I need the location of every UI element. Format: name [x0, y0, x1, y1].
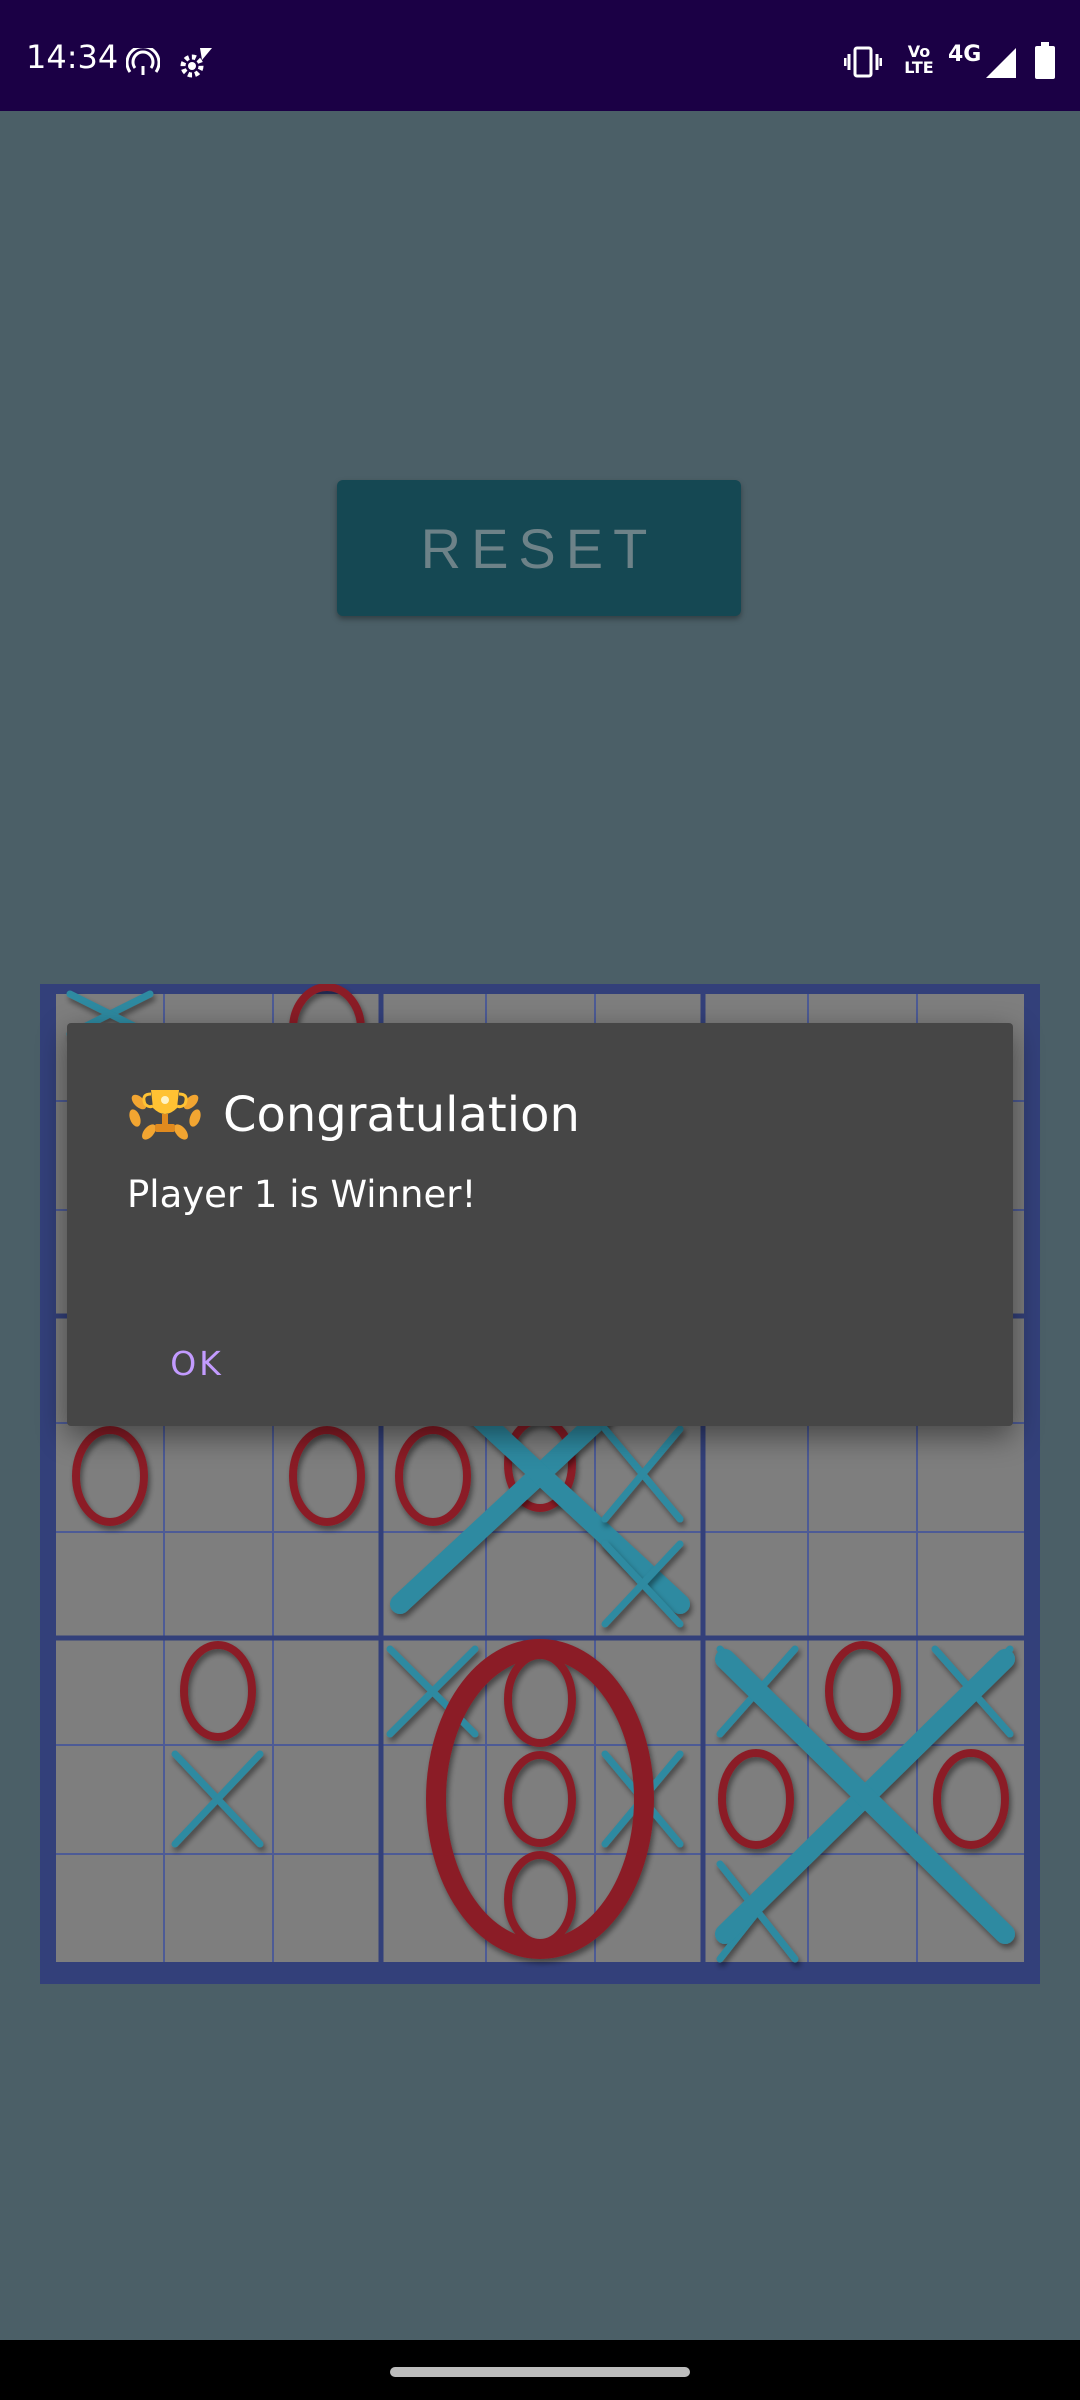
- winner-dialog: Congratulation Player 1 is Winner! OK: [67, 1023, 1013, 1426]
- status-bar: 14:34 Vo LTE 4G: [0, 0, 1080, 111]
- trophy-laurel-icon: [127, 1078, 203, 1153]
- volte-icon: Vo LTE: [902, 44, 936, 76]
- battery-icon: [1034, 42, 1056, 85]
- hotspot-icon: [125, 45, 161, 83]
- vibrate-icon: [843, 46, 883, 83]
- dialog-title: Congratulation: [223, 1087, 580, 1143]
- network-type: 4G: [948, 42, 982, 67]
- status-time: 14:34: [26, 38, 119, 76]
- dialog-message: Player 1 is Winner!: [127, 1173, 477, 1216]
- settings-icon: [178, 46, 214, 85]
- reset-button[interactable]: RESET: [337, 480, 741, 616]
- dialog-title-row: Congratulation: [127, 1075, 580, 1155]
- ok-button[interactable]: OK: [127, 1323, 267, 1403]
- signal-icon: [984, 46, 1018, 85]
- volte-bottom: LTE: [904, 58, 934, 77]
- home-gesture-handle[interactable]: [390, 2367, 690, 2377]
- navigation-bar: [0, 2340, 1080, 2400]
